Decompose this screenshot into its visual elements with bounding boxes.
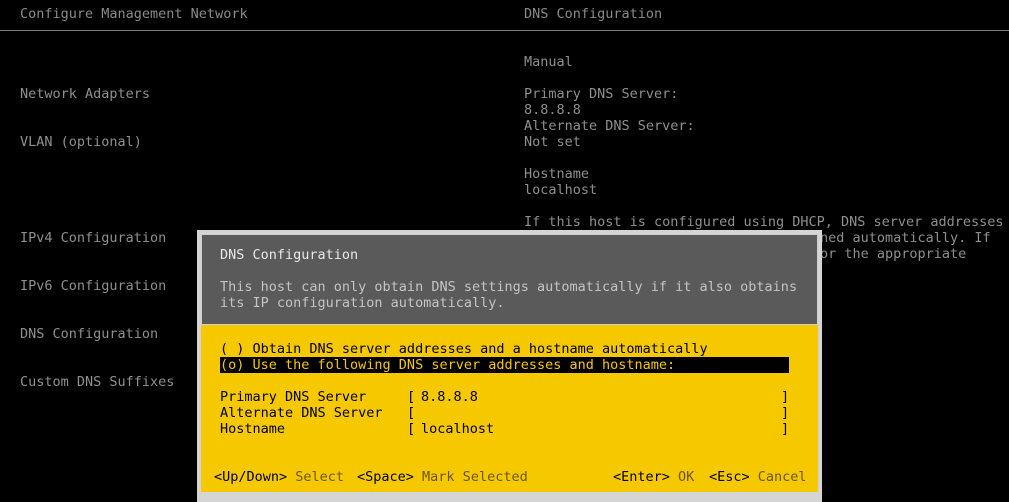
- cancel-button[interactable]: <Esc> Cancel: [709, 469, 807, 485]
- option-obtain-automatically[interactable]: ( ) Obtain DNS server addresses and a ho…: [220, 341, 708, 357]
- hint-space: <Space> Mark Selected: [357, 469, 528, 485]
- dialog-message: This host can only obtain DNS settings a…: [220, 279, 797, 311]
- dialog-body: ( ) Obtain DNS server addresses and a ho…: [201, 325, 818, 492]
- hint-space-key: <Space>: [357, 469, 414, 485]
- alternate-dns-open-bracket: [: [407, 405, 416, 421]
- alternate-dns-label: Alternate DNS Server:: [524, 118, 695, 134]
- dns-mode: Manual: [524, 54, 573, 70]
- menu-item-ipv6[interactable]: IPv6 Configuration: [20, 278, 174, 294]
- primary-dns-label: Primary DNS Server:: [524, 86, 679, 102]
- primary-dns-input[interactable]: 8.8.8.8: [421, 389, 478, 405]
- alternate-dns-close-bracket: ]: [781, 405, 790, 421]
- hostname-close-bracket: ]: [781, 421, 790, 437]
- menu-item-ipv4[interactable]: IPv4 Configuration: [20, 230, 174, 246]
- primary-dns-field-label: Primary DNS Server: [220, 389, 367, 405]
- dialog-message-line1: This host can only obtain DNS settings a…: [220, 279, 798, 295]
- dialog-header: DNS Configuration This host can only obt…: [201, 234, 818, 325]
- section-title: DNS Configuration: [524, 6, 663, 22]
- dialog-title: DNS Configuration: [220, 247, 359, 263]
- menu-item-network-adapters[interactable]: Network Adapters: [20, 86, 174, 102]
- menu-item-vlan[interactable]: VLAN (optional): [20, 134, 174, 150]
- hostname-open-bracket: [: [407, 421, 416, 437]
- dhcp-note-line2: ned automatically. If: [820, 230, 991, 246]
- page-title: Configure Management Network: [20, 6, 248, 22]
- menu-list: Network Adapters VLAN (optional) IPv4 Co…: [20, 54, 174, 406]
- alternate-dns-field-label: Alternate DNS Server: [220, 405, 383, 421]
- hint-enter-key: <Enter>: [613, 469, 670, 485]
- hint-space-action: Mark Selected: [422, 469, 528, 485]
- hint-up-down-key: <Up/Down>: [214, 469, 288, 485]
- option-use-following[interactable]: (o) Use the following DNS server address…: [220, 357, 789, 373]
- dhcp-note-line1: If this host is configured using DHCP, D…: [524, 214, 1004, 230]
- primary-dns-value: 8.8.8.8: [524, 102, 581, 118]
- menu-item-dns-suffixes[interactable]: Custom DNS Suffixes: [20, 374, 174, 390]
- dhcp-note-line3: or the appropriate: [820, 246, 967, 262]
- ok-button[interactable]: <Enter> OK: [613, 469, 694, 485]
- hint-esc-key: <Esc>: [709, 469, 750, 485]
- hostname-value: localhost: [524, 182, 598, 198]
- hint-enter-action: OK: [678, 469, 695, 485]
- hint-up-down-action: Select: [295, 469, 345, 485]
- hostname-input[interactable]: localhost: [421, 421, 494, 437]
- primary-dns-open-bracket: [: [407, 389, 416, 405]
- header-divider: [0, 30, 1009, 31]
- menu-item-dns[interactable]: DNS Configuration: [20, 326, 174, 342]
- alternate-dns-value: Not set: [524, 134, 581, 150]
- dialog-message-line2: its IP configuration automatically.: [220, 295, 505, 311]
- dns-config-dialog: DNS Configuration This host can only obt…: [197, 230, 822, 502]
- hint-esc-action: Cancel: [757, 469, 807, 485]
- hostname-label: Hostname: [524, 166, 590, 182]
- primary-dns-close-bracket: ]: [781, 389, 790, 405]
- hostname-field-label: Hostname: [220, 421, 286, 437]
- hint-up-down: <Up/Down> Select: [214, 469, 344, 485]
